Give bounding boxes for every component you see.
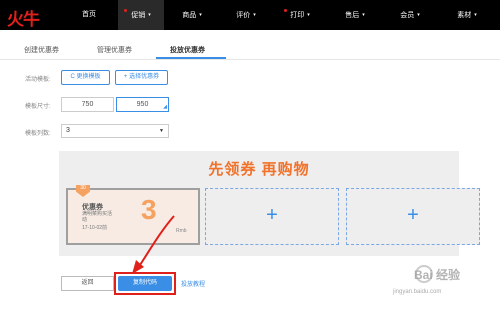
notification-dot (284, 9, 287, 12)
template-label: 活动模板: (25, 77, 51, 83)
select-coupon-button[interactable]: + 选择优惠券 (115, 70, 168, 85)
coupon-tabs: 创建优惠券 管理优惠券 投放优惠券 (0, 40, 500, 60)
watermark-url: jingyan.baidu.com (393, 289, 442, 295)
tab-manage-coupon[interactable]: 管理优惠券 (97, 45, 132, 55)
template-height-value: 950 (136, 101, 149, 108)
nav-item-label: 评价 (236, 11, 251, 19)
chevron-down-icon: ▾ (199, 12, 202, 18)
coupon-subtitle: 满明菜购买活动 (82, 211, 113, 223)
chevron-down-icon: ▾ (417, 12, 420, 18)
template-width-input[interactable]: 750 (61, 97, 114, 112)
top-navbar: 火牛 首页 促销 ▾ 商品 ▾ 评价 ▾ 打印 ▾ 售后 ▾ 会员 ▾ 素材 ▾ (0, 0, 500, 30)
nav-item-label: 商品 (182, 11, 197, 19)
template-height-input[interactable]: 950 ◢ (116, 97, 169, 112)
chevron-down-icon: ▾ (148, 12, 151, 18)
chevron-down-icon: ▼ (159, 128, 164, 134)
plus-icon: + (266, 204, 278, 226)
nav-item-assets[interactable]: 素材 ▾ (445, 0, 489, 30)
nav-item-print[interactable]: 打印 ▾ (278, 0, 322, 30)
chevron-down-icon: ▾ (474, 12, 477, 18)
nav-item-label: 首页 (82, 11, 96, 18)
nav-item-products[interactable]: 商品 ▾ (170, 0, 214, 30)
empty-coupon-slot[interactable]: + (346, 188, 480, 245)
nav-item-aftersale[interactable]: 售后 ▾ (333, 0, 377, 30)
plus-icon: + (407, 204, 419, 226)
chevron-down-icon: ▾ (307, 12, 310, 18)
resize-handle-icon[interactable]: ◢ (163, 105, 167, 110)
nav-item-members[interactable]: 会员 ▾ (388, 0, 432, 30)
coupon-preview-panel: 先领券 再购物 优惠券 满明菜购买活动 17-10-02前 3 Rmb 30 +… (59, 151, 480, 256)
watermark-text: Bai 经验 (414, 268, 461, 282)
nav-item-label: 促销 (131, 11, 146, 19)
template-columns-label: 模板列数: (25, 131, 51, 137)
nav-item-reviews[interactable]: 评价 ▾ (224, 0, 268, 30)
active-tab-indicator (156, 57, 226, 59)
tab-deliver-coupon[interactable]: 投放优惠券 (170, 45, 205, 55)
nav-item-promotion[interactable]: 促销 ▾ (118, 0, 164, 30)
copy-code-button[interactable]: 复制代码 (118, 276, 172, 291)
nav-item-label: 打印 (290, 11, 305, 19)
preview-headline: 先领券 再购物 (208, 161, 310, 178)
nav-item-label: 售后 (345, 11, 360, 19)
template-size-label: 模板尺寸: (25, 104, 51, 110)
template-columns-select[interactable]: 3 ▼ (61, 124, 169, 138)
coupon-date: 17-10-02前 (82, 225, 108, 231)
nav-item-label: 会员 (400, 11, 415, 19)
notification-dot (124, 9, 127, 12)
red-arrow-annotation (132, 215, 175, 274)
tab-create-coupon[interactable]: 创建优惠券 (24, 45, 59, 55)
chevron-down-icon: ▾ (253, 12, 256, 18)
back-button[interactable]: 返回 (61, 276, 114, 291)
brand-logo[interactable]: 火牛 (7, 5, 40, 30)
chevron-down-icon: ▾ (362, 12, 365, 18)
empty-coupon-slot[interactable]: + (205, 188, 339, 245)
template-columns-value: 3 (66, 127, 70, 134)
tutorial-link[interactable]: 投放教程 (181, 279, 205, 288)
nav-item-home[interactable]: 首页 (70, 0, 108, 30)
nav-item-label: 素材 (457, 11, 472, 19)
change-template-button[interactable]: C 更换模板 (61, 70, 110, 85)
